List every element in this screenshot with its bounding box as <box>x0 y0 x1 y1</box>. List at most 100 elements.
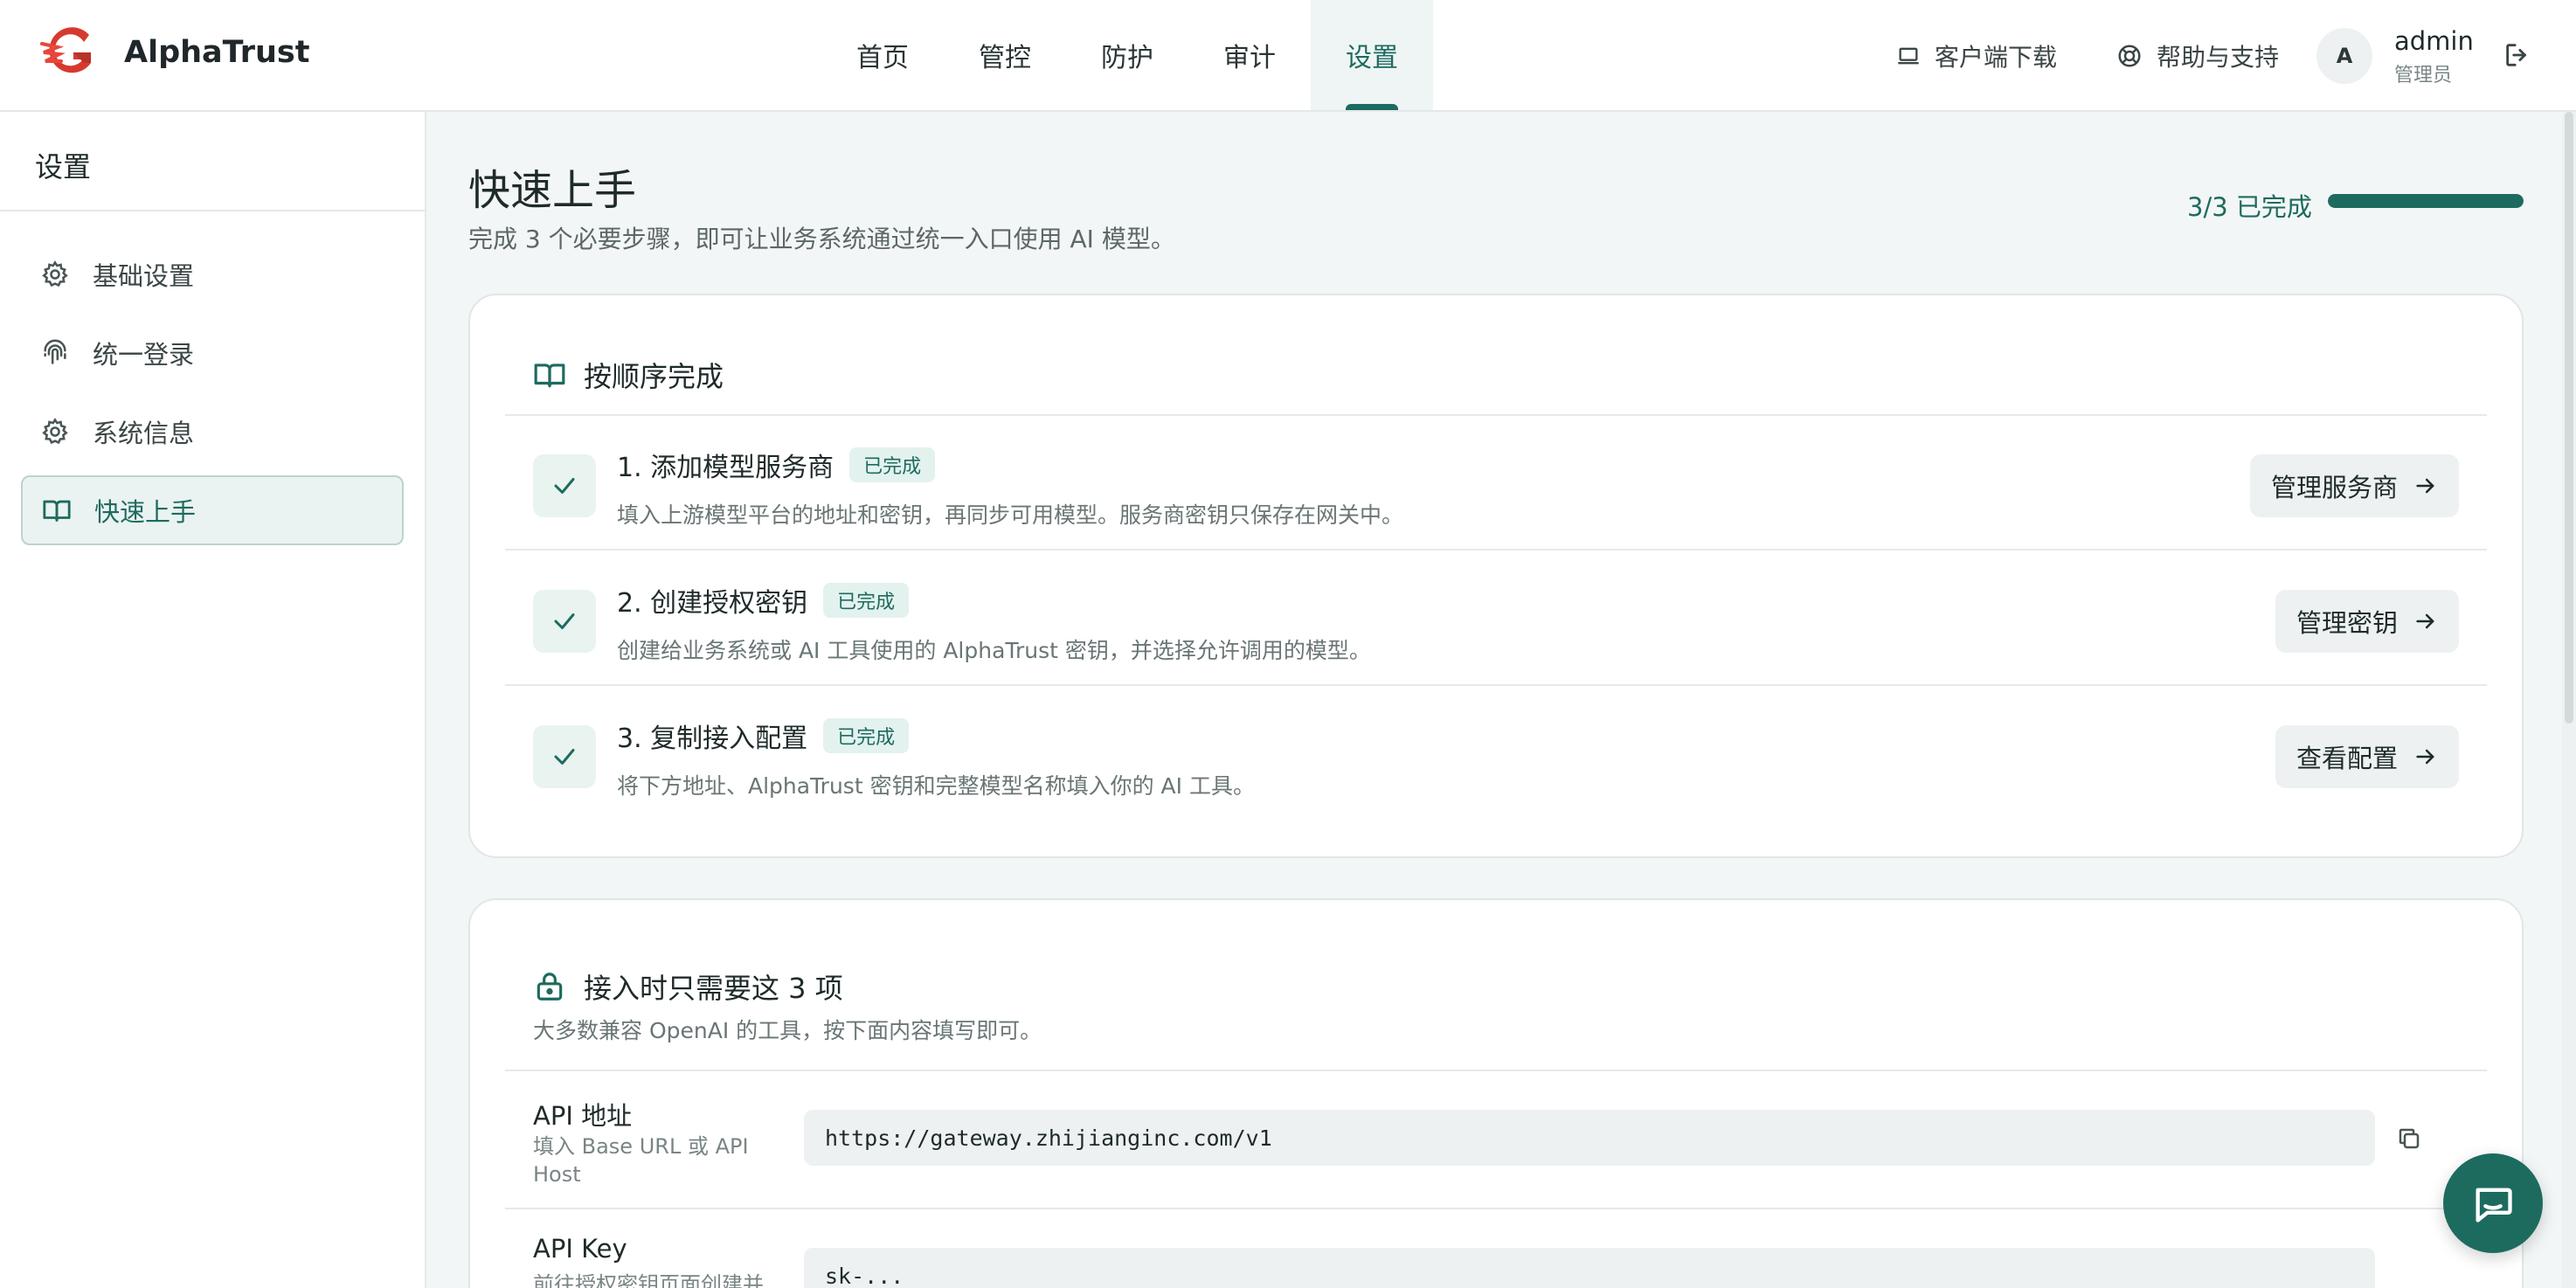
api-url-field[interactable]: https://gateway.zhijianginc.com/v1 <box>804 1110 2375 1166</box>
main-nav: 首页 管控 防护 审计 设置 <box>821 0 1433 110</box>
user-name: admin <box>2394 26 2474 56</box>
progress-bar <box>2328 194 2524 208</box>
logout-icon <box>2506 44 2526 66</box>
nav-item-label: 防护 <box>1101 43 1153 73</box>
manage-providers-button[interactable]: 管理服务商 <box>2249 454 2459 517</box>
brand-logo-icon <box>40 27 91 73</box>
arrow-right-icon <box>2416 613 2434 629</box>
step-check <box>533 590 596 653</box>
divider <box>505 684 2487 686</box>
client-download-link[interactable]: 客户端下载 <box>1896 38 2057 73</box>
status-badge: 已完成 <box>823 583 910 618</box>
nav-item-label: 首页 <box>856 43 909 73</box>
chat-support-button[interactable] <box>2443 1153 2543 1253</box>
divider <box>505 414 2487 416</box>
config-label: API 地址 <box>533 1101 633 1131</box>
step-title-row: 3. 复制接入配置 已完成 <box>617 717 910 755</box>
user-info[interactable]: admin 管理员 <box>2394 26 2474 87</box>
nav-item-protection[interactable]: 防护 <box>1066 0 1188 110</box>
nav-item-settings[interactable]: 设置 <box>1311 0 1433 110</box>
progress-status: 3/3 已完成 <box>2187 192 2312 222</box>
nav-item-audit[interactable]: 审计 <box>1188 0 1311 110</box>
config-label: API Key <box>533 1234 627 1264</box>
nav-item-label: 管控 <box>979 43 1031 73</box>
steps-card: 按顺序完成 1. 添加模型服务商 已完成 填入上游模型平台的地址和密钥，再同步可… <box>468 294 2524 858</box>
check-icon <box>554 749 575 765</box>
manage-keys-button[interactable]: 管理密钥 <box>2275 590 2459 653</box>
sidebar-title: 设置 <box>0 112 425 211</box>
sidebar-item-quick-start[interactable]: 快速上手 <box>21 475 404 545</box>
steps-card-title: 按顺序完成 <box>584 360 724 393</box>
config-card: 接入时只需要这 3 项 大多数兼容 OpenAI 的工具，按下面内容填写即可。 … <box>468 898 2524 1288</box>
settings-sidebar: 设置 基础设置 统一登录 系统信息 快速上手 <box>0 112 426 1288</box>
copy-icon <box>2399 1128 2420 1149</box>
lock-icon <box>537 973 563 1001</box>
divider <box>505 549 2487 551</box>
step-description: 将下方地址、AlphaTrust 密钥和完整模型名称填入你的 AI 工具。 <box>617 773 1255 799</box>
sidebar-item-label: 统一登录 <box>93 340 195 370</box>
nav-item-control[interactable]: 管控 <box>944 0 1066 110</box>
step-check <box>533 725 596 788</box>
client-download-label: 客户端下载 <box>1935 43 2058 72</box>
step-title: 3. 复制接入配置 <box>617 724 808 754</box>
help-support-link[interactable]: 帮助与支持 <box>2116 38 2279 73</box>
nav-item-label: 设置 <box>1346 43 1398 73</box>
scrollbar-thumb[interactable] <box>2565 112 2573 724</box>
config-card-title: 接入时只需要这 3 项 <box>584 972 843 1005</box>
step-title: 2. 创建授权密钥 <box>617 588 808 619</box>
sidebar-item-label: 基础设置 <box>93 261 195 291</box>
lifebuoy-icon <box>2118 45 2141 67</box>
page-subtitle: 完成 3 个必要步骤，即可让业务系统通过统一入口使用 AI 模型。 <box>468 225 1175 253</box>
step-create-key: 2. 创建授权密钥 已完成 创建给业务系统或 AI 工具使用的 AlphaTru… <box>533 553 2459 684</box>
gear-icon <box>42 418 68 445</box>
logout-button[interactable] <box>2503 40 2532 70</box>
step-add-provider: 1. 添加模型服务商 已完成 填入上游模型平台的地址和密钥，再同步可用模型。服务… <box>533 418 2459 549</box>
sidebar-item-sso[interactable]: 统一登录 <box>21 318 404 388</box>
top-header: AlphaTrust 首页 管控 防护 审计 设置 客户端下载 帮助与支持 A … <box>0 0 2576 112</box>
view-config-button[interactable]: 查看配置 <box>2275 725 2459 788</box>
status-badge: 已完成 <box>849 447 936 482</box>
gear-icon <box>42 260 68 287</box>
chat-icon <box>2476 1188 2512 1222</box>
step-copy-config: 3. 复制接入配置 已完成 将下方地址、AlphaTrust 密钥和完整模型名称… <box>533 689 2459 820</box>
arrow-right-icon <box>2416 478 2434 494</box>
brand-name: AlphaTrust <box>124 35 310 70</box>
laptop-icon <box>1898 47 1919 65</box>
step-description: 创建给业务系统或 AI 工具使用的 AlphaTrust 密钥，并选择允许调用的… <box>617 638 1371 663</box>
check-icon <box>554 613 575 629</box>
book-icon <box>534 364 565 388</box>
help-support-label: 帮助与支持 <box>2157 43 2280 72</box>
arrow-right-icon <box>2416 749 2434 765</box>
divider <box>505 1070 2487 1071</box>
steps-card-header: 按顺序完成 <box>533 355 724 395</box>
user-role: 管理员 <box>2394 65 2453 87</box>
nav-item-home[interactable]: 首页 <box>821 0 944 110</box>
brand[interactable]: AlphaTrust <box>38 26 309 79</box>
fingerprint-icon <box>44 339 66 364</box>
button-label: 管理密钥 <box>2296 608 2398 638</box>
step-title-row: 2. 创建授权密钥 已完成 <box>617 581 910 620</box>
progress-fill <box>2328 194 2524 208</box>
config-hint: 前往授权密钥页面创建并 <box>533 1272 764 1288</box>
config-card-subtitle: 大多数兼容 OpenAI 的工具，按下面内容填写即可。 <box>533 1018 1042 1043</box>
step-title: 1. 添加模型服务商 <box>617 453 834 483</box>
copy-button[interactable] <box>2396 1125 2422 1152</box>
config-card-header: 接入时只需要这 3 项 <box>533 966 843 1007</box>
button-label: 管理服务商 <box>2270 473 2398 502</box>
avatar[interactable]: A <box>2316 28 2372 84</box>
book-icon <box>43 500 71 522</box>
step-description: 填入上游模型平台的地址和密钥，再同步可用模型。服务商密钥只保存在网关中。 <box>617 502 1404 528</box>
button-label: 查看配置 <box>2296 744 2398 773</box>
sidebar-item-basic-settings[interactable]: 基础设置 <box>21 239 404 309</box>
page-title: 快速上手 <box>468 166 637 215</box>
api-key-field[interactable]: sk-... <box>804 1248 2375 1288</box>
step-check <box>533 454 596 517</box>
status-badge: 已完成 <box>823 718 910 753</box>
config-hint: 填入 Base URL 或 API Host <box>533 1134 749 1187</box>
step-title-row: 1. 添加模型服务商 已完成 <box>617 446 936 484</box>
nav-item-label: 审计 <box>1223 43 1276 73</box>
sidebar-item-system-info[interactable]: 系统信息 <box>21 397 404 467</box>
sidebar-item-label: 快速上手 <box>94 497 197 527</box>
page-scrollbar[interactable] <box>2562 112 2576 1288</box>
sidebar-item-label: 系统信息 <box>93 419 195 448</box>
